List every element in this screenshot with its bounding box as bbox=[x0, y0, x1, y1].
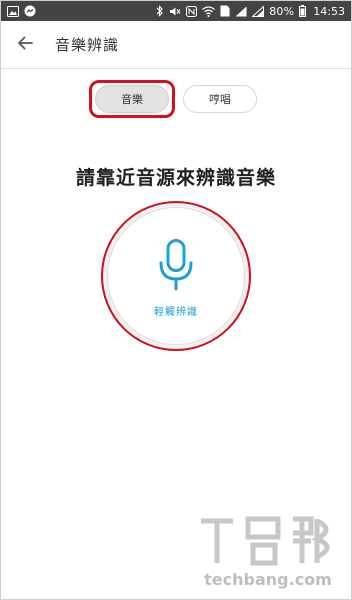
techbang-watermark-logo: techbang.com bbox=[193, 511, 343, 591]
mode-toggle: 音樂 哼唱 bbox=[1, 80, 351, 118]
bluetooth-icon bbox=[156, 5, 164, 17]
signal-icon-2 bbox=[252, 5, 265, 17]
status-bar-left bbox=[7, 5, 36, 17]
music-mode-button[interactable]: 音樂 bbox=[95, 85, 169, 113]
microphone-icon bbox=[158, 238, 194, 295]
sim-icon bbox=[220, 5, 230, 17]
back-arrow-icon bbox=[17, 35, 33, 55]
status-bar: 80% 14:53 bbox=[1, 1, 351, 21]
hum-mode-button[interactable]: 哼唱 bbox=[183, 85, 257, 113]
messenger-icon bbox=[24, 5, 36, 17]
back-button[interactable] bbox=[3, 21, 47, 69]
watermark-text: techbang.com bbox=[204, 570, 332, 589]
signal-icon bbox=[235, 6, 247, 17]
mute-icon bbox=[169, 6, 181, 17]
recognize-label: 輕觸辨識 bbox=[154, 306, 198, 318]
instruction-text: 請靠近音源來辨識音樂 bbox=[75, 167, 276, 189]
app-bar: 音樂辨識 bbox=[1, 21, 351, 69]
status-time: 14:53 bbox=[313, 4, 345, 18]
page-title: 音樂辨識 bbox=[55, 36, 120, 54]
gallery-icon bbox=[7, 5, 19, 17]
status-bar-right: 80% 14:53 bbox=[156, 5, 345, 18]
battery-percent: 80% bbox=[269, 4, 295, 18]
wifi-icon bbox=[202, 5, 216, 17]
battery-icon bbox=[299, 5, 307, 17]
tap-to-recognize-button[interactable]: 輕觸辨識 bbox=[107, 207, 245, 345]
nfc-icon bbox=[186, 5, 198, 17]
